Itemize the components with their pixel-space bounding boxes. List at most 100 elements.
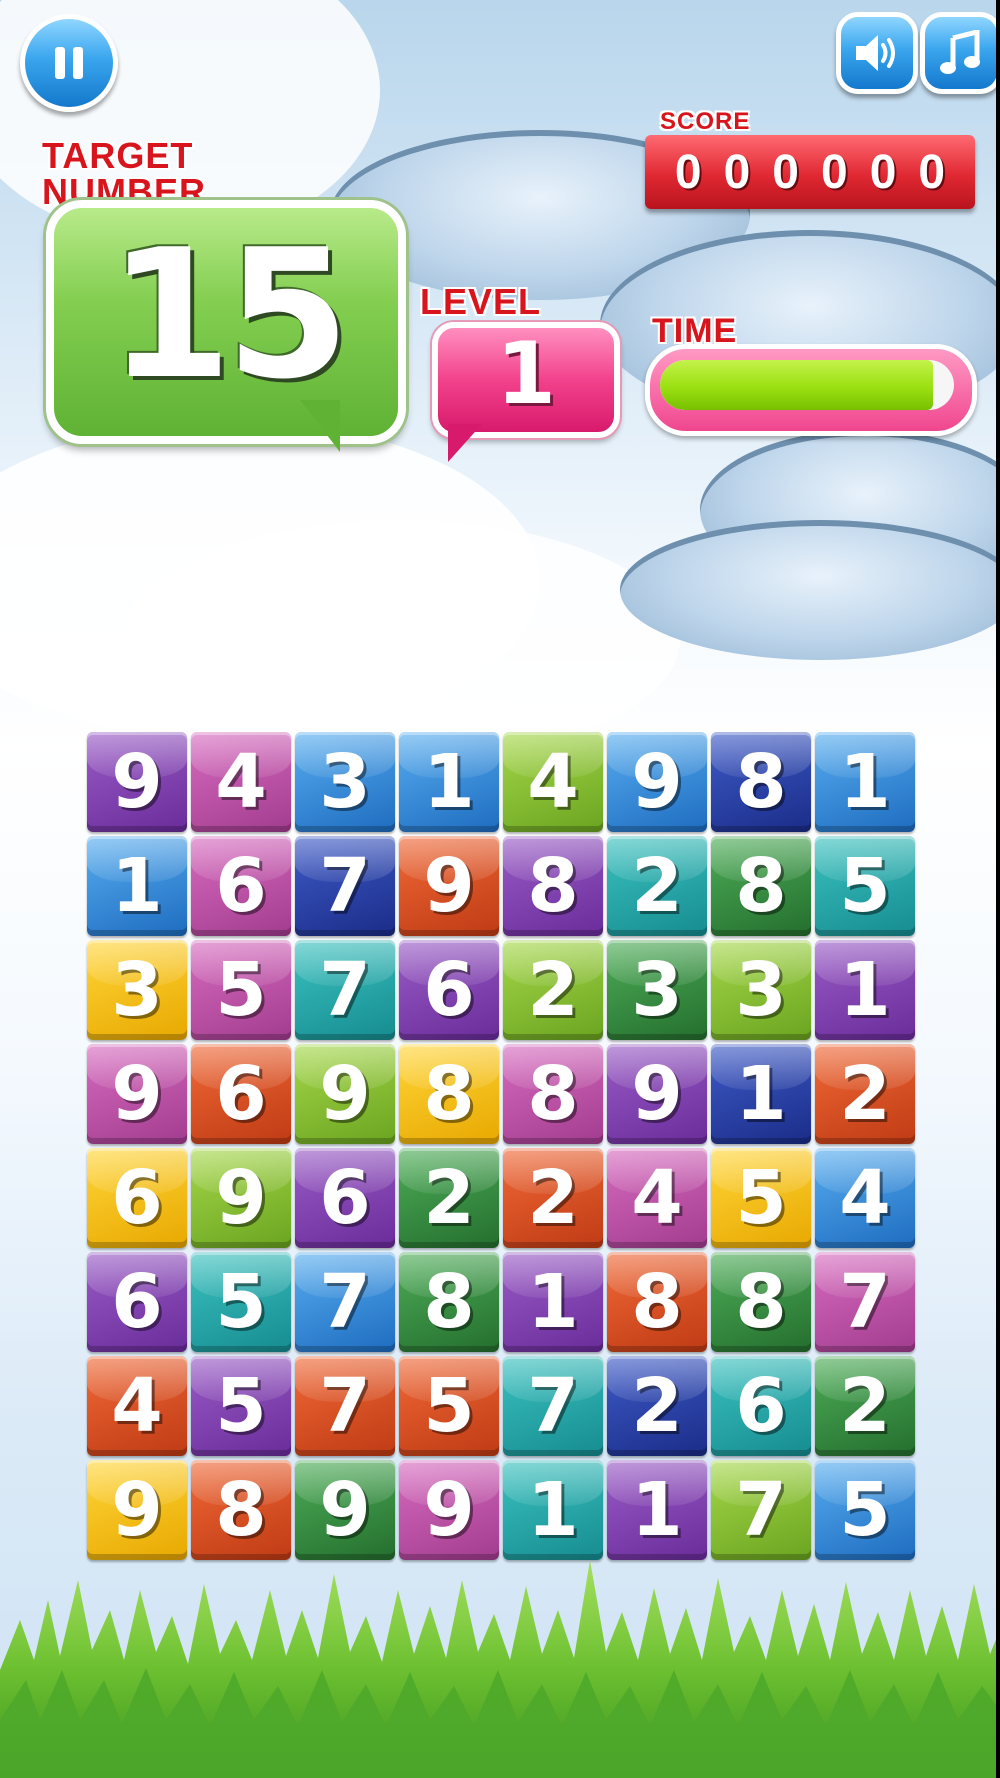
sound-button[interactable] bbox=[836, 12, 918, 94]
tile-number: 1 bbox=[839, 947, 891, 1033]
number-tile[interactable]: 8 bbox=[711, 836, 811, 936]
number-tile[interactable]: 4 bbox=[503, 732, 603, 832]
number-tile[interactable]: 1 bbox=[503, 1252, 603, 1352]
number-tile[interactable]: 1 bbox=[87, 836, 187, 936]
tile-number: 2 bbox=[527, 1155, 579, 1241]
number-tile[interactable]: 2 bbox=[815, 1044, 915, 1144]
tile-number: 3 bbox=[111, 947, 163, 1033]
number-tile[interactable]: 8 bbox=[399, 1044, 499, 1144]
tile-number: 1 bbox=[111, 843, 163, 929]
number-tile[interactable]: 1 bbox=[815, 940, 915, 1040]
number-tile[interactable]: 8 bbox=[711, 732, 811, 832]
number-tile[interactable]: 9 bbox=[87, 1460, 187, 1560]
number-tile[interactable]: 3 bbox=[607, 940, 707, 1040]
tile-number: 7 bbox=[319, 947, 371, 1033]
number-tile[interactable]: 3 bbox=[295, 732, 395, 832]
tile-number: 7 bbox=[735, 1467, 787, 1553]
number-tile[interactable]: 6 bbox=[191, 836, 291, 936]
number-tile[interactable]: 9 bbox=[295, 1044, 395, 1144]
level-value: 1 bbox=[496, 324, 556, 424]
tile-number: 5 bbox=[839, 1467, 891, 1553]
number-tile[interactable]: 8 bbox=[503, 836, 603, 936]
target-label-line1: TARGET bbox=[42, 135, 194, 176]
tile-number: 1 bbox=[423, 739, 475, 825]
number-tile[interactable]: 5 bbox=[191, 1356, 291, 1456]
number-tile[interactable]: 6 bbox=[87, 1252, 187, 1352]
number-tile[interactable]: 3 bbox=[87, 940, 187, 1040]
number-tile[interactable]: 4 bbox=[607, 1148, 707, 1248]
tile-number: 7 bbox=[527, 1363, 579, 1449]
number-tile[interactable]: 5 bbox=[815, 836, 915, 936]
time-label: TIME bbox=[652, 312, 738, 350]
number-tile[interactable]: 2 bbox=[607, 1356, 707, 1456]
score-label: SCORE bbox=[660, 108, 751, 135]
number-tile[interactable]: 3 bbox=[711, 940, 811, 1040]
tile-number: 6 bbox=[735, 1363, 787, 1449]
number-tile[interactable]: 7 bbox=[503, 1356, 603, 1456]
number-tile[interactable]: 9 bbox=[607, 1044, 707, 1144]
tile-number: 9 bbox=[423, 1467, 475, 1553]
number-tile[interactable]: 5 bbox=[711, 1148, 811, 1248]
number-tile[interactable]: 7 bbox=[815, 1252, 915, 1352]
speaker-icon bbox=[856, 35, 895, 71]
number-tile[interactable]: 4 bbox=[87, 1356, 187, 1456]
tile-number: 9 bbox=[631, 739, 683, 825]
number-tile[interactable]: 5 bbox=[191, 1252, 291, 1352]
number-tile[interactable]: 9 bbox=[87, 732, 187, 832]
number-tile[interactable]: 9 bbox=[295, 1460, 395, 1560]
number-tile[interactable]: 6 bbox=[295, 1148, 395, 1248]
number-tile[interactable]: 2 bbox=[503, 1148, 603, 1248]
tile-number: 6 bbox=[111, 1155, 163, 1241]
storm-cloud bbox=[620, 520, 1000, 660]
number-tile[interactable]: 2 bbox=[399, 1148, 499, 1248]
music-button[interactable] bbox=[920, 12, 1000, 94]
number-tile[interactable]: 1 bbox=[399, 732, 499, 832]
tile-number: 9 bbox=[111, 1051, 163, 1137]
number-tile[interactable]: 8 bbox=[191, 1460, 291, 1560]
number-tile[interactable]: 4 bbox=[815, 1148, 915, 1248]
pause-button[interactable] bbox=[20, 14, 118, 112]
number-tile[interactable]: 2 bbox=[503, 940, 603, 1040]
number-tile[interactable]: 6 bbox=[711, 1356, 811, 1456]
tile-number: 9 bbox=[319, 1467, 371, 1553]
number-tile[interactable]: 9 bbox=[399, 1460, 499, 1560]
number-tile[interactable]: 8 bbox=[503, 1044, 603, 1144]
number-tile[interactable]: 1 bbox=[711, 1044, 811, 1144]
tile-number: 6 bbox=[215, 843, 267, 929]
number-tile[interactable]: 8 bbox=[607, 1252, 707, 1352]
number-tile[interactable]: 5 bbox=[399, 1356, 499, 1456]
tile-number: 8 bbox=[423, 1051, 475, 1137]
number-tile[interactable]: 7 bbox=[295, 1356, 395, 1456]
number-tile[interactable]: 9 bbox=[607, 732, 707, 832]
number-tile[interactable]: 6 bbox=[191, 1044, 291, 1144]
tile-number: 5 bbox=[215, 1363, 267, 1449]
number-tile[interactable]: 9 bbox=[87, 1044, 187, 1144]
number-tile[interactable]: 7 bbox=[711, 1460, 811, 1560]
number-tile[interactable]: 5 bbox=[191, 940, 291, 1040]
number-tile[interactable]: 8 bbox=[711, 1252, 811, 1352]
number-tile[interactable]: 2 bbox=[607, 836, 707, 936]
tile-number: 7 bbox=[319, 1363, 371, 1449]
number-tile[interactable]: 6 bbox=[87, 1148, 187, 1248]
number-tile[interactable]: 1 bbox=[503, 1460, 603, 1560]
tile-number: 8 bbox=[735, 843, 787, 929]
number-tile[interactable]: 7 bbox=[295, 940, 395, 1040]
number-tile[interactable]: 9 bbox=[399, 836, 499, 936]
grass-ground bbox=[0, 1560, 1000, 1778]
number-tile[interactable]: 6 bbox=[399, 940, 499, 1040]
tile-number: 5 bbox=[215, 947, 267, 1033]
number-tile[interactable]: 5 bbox=[815, 1460, 915, 1560]
tile-number: 4 bbox=[631, 1155, 683, 1241]
number-tile[interactable]: 8 bbox=[399, 1252, 499, 1352]
tile-number: 4 bbox=[839, 1155, 891, 1241]
number-tile[interactable]: 4 bbox=[191, 732, 291, 832]
number-tile[interactable]: 7 bbox=[295, 1252, 395, 1352]
number-tile[interactable]: 1 bbox=[607, 1460, 707, 1560]
number-tile[interactable]: 1 bbox=[815, 732, 915, 832]
number-tile[interactable]: 2 bbox=[815, 1356, 915, 1456]
number-tile[interactable]: 9 bbox=[191, 1148, 291, 1248]
tile-number: 5 bbox=[735, 1155, 787, 1241]
number-tile[interactable]: 7 bbox=[295, 836, 395, 936]
tile-number: 9 bbox=[319, 1051, 371, 1137]
frame-edge bbox=[996, 0, 1000, 1778]
